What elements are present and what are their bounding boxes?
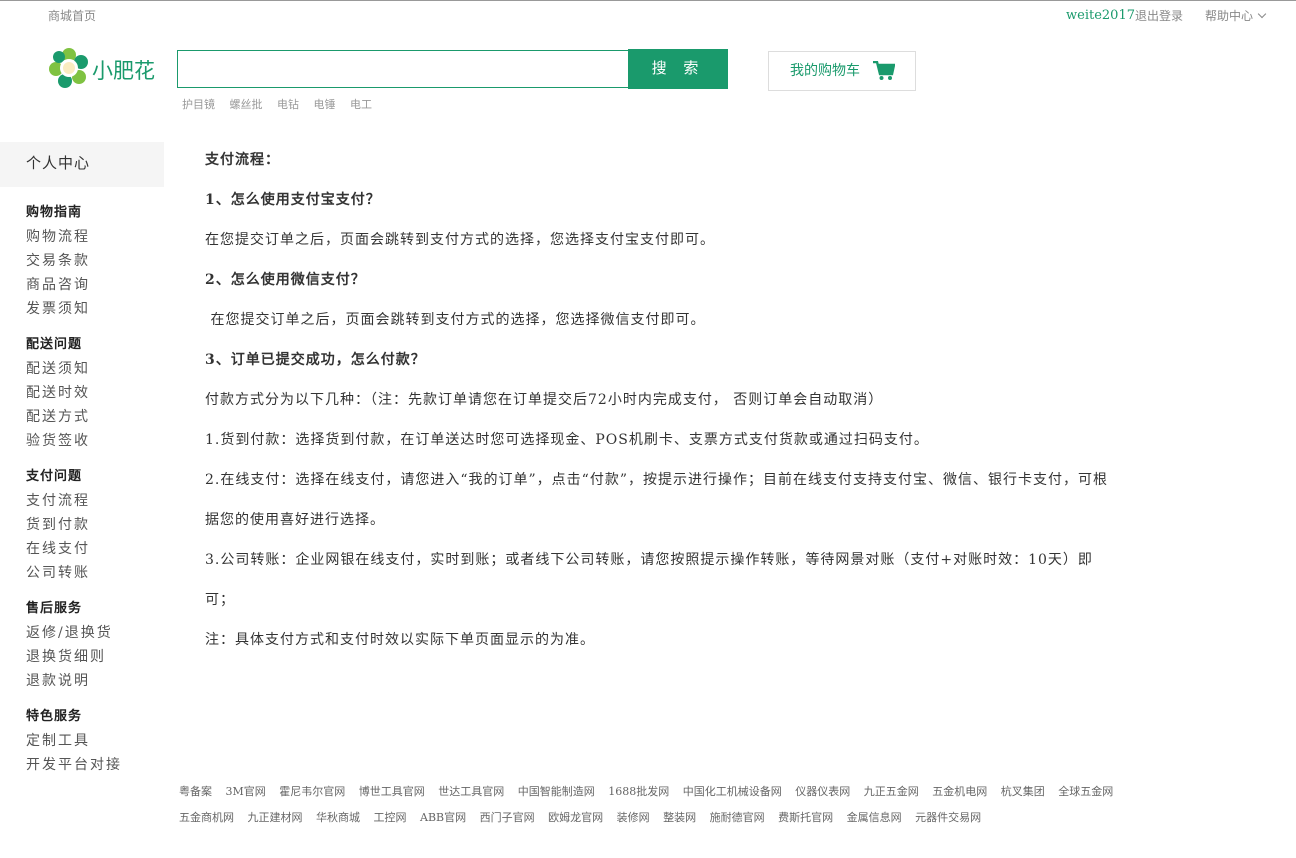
sidebar-item[interactable]: 验货签收 bbox=[26, 429, 164, 453]
logo[interactable]: 小肥花 bbox=[48, 47, 160, 89]
answer-text: 在您提交订单之后，页面会跳转到支付方式的选择，您选择微信支付即可。 bbox=[205, 312, 706, 328]
sidebar-item[interactable]: 在线支付 bbox=[26, 537, 164, 561]
username-link[interactable]: weite2017 bbox=[1066, 8, 1135, 23]
footer-row: 五金商机网 九正建材网 华秋商城 工控网 ABB官网 西门子官网 欧姆龙官网 装… bbox=[179, 810, 1179, 836]
logo-text: 小肥花 bbox=[92, 59, 155, 83]
search-button[interactable]: 搜 索 bbox=[628, 49, 728, 89]
sidebar-item[interactable]: 配送时效 bbox=[26, 381, 164, 405]
footer-link[interactable]: 元器件交易网 bbox=[915, 811, 981, 824]
sidebar-item-payment-process[interactable]: 支付流程 bbox=[26, 489, 164, 513]
footer-link[interactable]: 欧姆龙官网 bbox=[548, 811, 603, 824]
my-cart-label: 我的购物车 bbox=[790, 63, 860, 79]
sidebar-group-title: 售后服务 bbox=[26, 601, 83, 616]
sidebar-item[interactable]: 退款说明 bbox=[26, 669, 164, 693]
footer-link[interactable]: 1688批发网 bbox=[608, 785, 669, 798]
sidebar-item[interactable]: 配送方式 bbox=[26, 405, 164, 429]
footer-link[interactable]: 杭叉集团 bbox=[1001, 785, 1045, 798]
question-heading: 2、怎么使用微信支付？ bbox=[205, 272, 366, 288]
sidebar-item[interactable]: 配送须知 bbox=[26, 357, 164, 381]
article-content: 支付流程： 1、怎么使用支付宝支付？ 在您提交订单之后，页面会跳转到支付方式的选… bbox=[205, 148, 1165, 668]
footer-link[interactable]: 中国智能制造网 bbox=[518, 785, 595, 798]
answer-text: 在您提交订单之后，页面会跳转到支付方式的选择，您选择支付宝支付即可。 bbox=[205, 232, 715, 248]
footer-link[interactable]: 博世工具官网 bbox=[359, 785, 425, 798]
footer-link[interactable]: 施耐德官网 bbox=[710, 811, 765, 824]
sidebar-item[interactable]: 退换货细则 bbox=[26, 645, 164, 669]
search-input[interactable] bbox=[178, 51, 628, 87]
footer-link[interactable]: 世达工具官网 bbox=[438, 785, 504, 798]
answer-text: 可； bbox=[205, 592, 235, 608]
answer-text: 1.货到付款：选择货到付款，在订单送达时您可选择现金、POS机刷卡、支票方式支付… bbox=[205, 432, 929, 448]
help-sidebar: 个人中心 购物指南 购物流程 交易条款 商品咨询 发票须知 配送问题 配送须知 … bbox=[0, 142, 164, 777]
sidebar-group-title: 购物指南 bbox=[26, 205, 83, 220]
sidebar-group-title: 特色服务 bbox=[26, 709, 83, 724]
sidebar-group-title: 支付问题 bbox=[26, 469, 83, 484]
sidebar-group-special: 特色服务 定制工具 开发平台对接 bbox=[26, 707, 164, 777]
footer-link[interactable]: 装修网 bbox=[617, 811, 650, 824]
footer-link[interactable]: 中国化工机械设备网 bbox=[683, 785, 782, 798]
footer-link[interactable]: 粤备案 bbox=[179, 785, 212, 798]
footer-link[interactable]: 五金机电网 bbox=[932, 785, 987, 798]
hot-word-link[interactable]: 护目镜 bbox=[182, 98, 215, 111]
answer-text: 付款方式分为以下几种：（注：先款订单请您在订单提交后72小时内完成支付， 否则订… bbox=[205, 392, 884, 408]
sidebar-group-delivery: 配送问题 配送须知 配送时效 配送方式 验货签收 bbox=[26, 335, 164, 453]
sidebar-item[interactable]: 货到付款 bbox=[26, 513, 164, 537]
my-cart-button[interactable]: 我的购物车 bbox=[768, 51, 916, 91]
sidebar-group-title: 配送问题 bbox=[26, 337, 83, 352]
footer-link[interactable]: 五金商机网 bbox=[179, 811, 234, 824]
help-center-menu[interactable]: 帮助中心 bbox=[1205, 7, 1267, 24]
sidebar-item[interactable]: 交易条款 bbox=[26, 249, 164, 273]
page-title: 支付流程： bbox=[205, 152, 280, 168]
footer-link[interactable]: 九正五金网 bbox=[864, 785, 919, 798]
personal-center-link[interactable]: 个人中心 bbox=[0, 142, 164, 187]
flower-logo-icon bbox=[49, 48, 88, 88]
footer-link[interactable]: 全球五金网 bbox=[1058, 785, 1113, 798]
cart-icon bbox=[873, 61, 895, 80]
footer-link[interactable]: 费斯托官网 bbox=[778, 811, 833, 824]
note-text: 注：具体支付方式和支付时效以实际下单页面显示的为准。 bbox=[205, 632, 595, 648]
help-center-label: 帮助中心 bbox=[1205, 9, 1254, 23]
top-bar: 商城首页 weite2017 退出登录 帮助中心 bbox=[0, 1, 1296, 29]
chevron-down-icon bbox=[1257, 9, 1267, 19]
sidebar-item[interactable]: 开发平台对接 bbox=[26, 753, 164, 777]
footer-link[interactable]: 工控网 bbox=[374, 811, 407, 824]
logout-link[interactable]: 退出登录 bbox=[1135, 7, 1183, 24]
sidebar-item[interactable]: 商品咨询 bbox=[26, 273, 164, 297]
footer-link[interactable]: 华秋商城 bbox=[316, 811, 360, 824]
search-box bbox=[177, 50, 629, 88]
footer-link[interactable]: 九正建材网 bbox=[248, 811, 303, 824]
answer-text: 3.公司转账：企业网银在线支付，实时到账；或者线下公司转账，请您按照提示操作转账… bbox=[205, 552, 1093, 568]
sidebar-item[interactable]: 发票须知 bbox=[26, 297, 164, 321]
hot-search-words: 护目镜 螺丝批 电钻 电锤 电工 bbox=[182, 96, 383, 112]
hot-word-link[interactable]: 电钻 bbox=[277, 98, 299, 111]
footer-links: 粤备案 3M官网 霍尼韦尔官网 博世工具官网 世达工具官网 中国智能制造网 16… bbox=[179, 784, 1179, 836]
sidebar-group-payment: 支付问题 支付流程 货到付款 在线支付 公司转账 bbox=[26, 467, 164, 585]
question-heading: 1、怎么使用支付宝支付？ bbox=[205, 192, 381, 208]
mall-home-link[interactable]: 商城首页 bbox=[48, 7, 96, 24]
footer-link[interactable]: 金属信息网 bbox=[847, 811, 902, 824]
footer-row: 粤备案 3M官网 霍尼韦尔官网 博世工具官网 世达工具官网 中国智能制造网 16… bbox=[179, 784, 1179, 810]
sidebar-group-shopping-guide: 购物指南 购物流程 交易条款 商品咨询 发票须知 bbox=[26, 203, 164, 321]
sidebar-item[interactable]: 购物流程 bbox=[26, 225, 164, 249]
sidebar-item[interactable]: 定制工具 bbox=[26, 729, 164, 753]
sidebar-item[interactable]: 返修/退换货 bbox=[26, 621, 164, 645]
footer-link[interactable]: ABB官网 bbox=[420, 811, 466, 824]
sidebar-group-after-sales: 售后服务 返修/退换货 退换货细则 退款说明 bbox=[26, 599, 164, 693]
footer-link[interactable]: 3M官网 bbox=[226, 785, 266, 798]
footer-link[interactable]: 西门子官网 bbox=[480, 811, 535, 824]
footer-link[interactable]: 霍尼韦尔官网 bbox=[279, 785, 345, 798]
answer-text: 据您的使用喜好进行选择。 bbox=[205, 512, 385, 528]
hot-word-link[interactable]: 电工 bbox=[350, 98, 372, 111]
hot-word-link[interactable]: 电锤 bbox=[314, 98, 336, 111]
question-heading: 3、订单已提交成功，怎么付款？ bbox=[205, 352, 426, 368]
answer-text: 2.在线支付：选择在线支付，请您进入“我的订单”，点击“付款”，按提示进行操作；… bbox=[205, 472, 1108, 488]
hot-word-link[interactable]: 螺丝批 bbox=[230, 98, 263, 111]
footer-link[interactable]: 仪器仪表网 bbox=[795, 785, 850, 798]
footer-link[interactable]: 整装网 bbox=[663, 811, 696, 824]
sidebar-item[interactable]: 公司转账 bbox=[26, 561, 164, 585]
